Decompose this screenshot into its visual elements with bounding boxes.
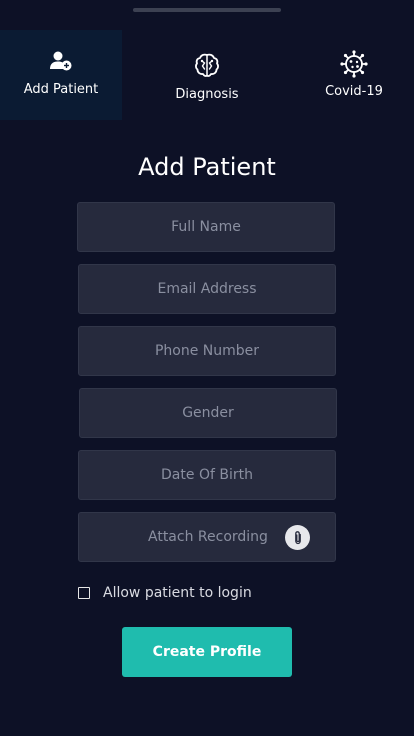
tab-covid-19[interactable]: Covid-19 [294,30,414,120]
top-tab-bar: Add Patient Diagnosis Covid-19 [0,30,414,120]
create-profile-button[interactable]: Create Profile [122,627,292,677]
email-field[interactable]: Email Address [78,264,336,314]
gender-field[interactable]: Gender [79,388,337,438]
date-of-birth-field[interactable]: Date Of Birth [78,450,336,500]
full-name-placeholder: Full Name [171,219,241,235]
allow-login-row[interactable]: Allow patient to login [78,585,252,601]
paperclip-icon[interactable] [285,525,310,550]
tab-diagnosis[interactable]: Diagnosis [146,30,268,120]
allow-login-checkbox[interactable] [78,587,90,599]
page-title: Add Patient [138,153,276,181]
tab-add-patient[interactable]: Add Patient [0,30,122,120]
tab-label: Add Patient [23,82,99,97]
email-placeholder: Email Address [157,281,257,297]
attach-recording-field[interactable]: Attach Recording [78,512,336,562]
drag-handle[interactable] [133,8,281,12]
tab-label: Diagnosis [175,87,239,102]
attach-recording-placeholder: Attach Recording [148,529,268,545]
brain-icon [195,53,219,77]
full-name-field[interactable]: Full Name [77,202,335,252]
gender-placeholder: Gender [182,405,234,421]
tab-label: Covid-19 [325,84,383,99]
virus-icon [340,50,368,78]
allow-login-label: Allow patient to login [103,585,252,601]
date-of-birth-placeholder: Date Of Birth [161,467,253,483]
add-user-icon [50,51,72,71]
phone-placeholder: Phone Number [154,343,260,359]
phone-field[interactable]: Phone Number [78,326,336,376]
